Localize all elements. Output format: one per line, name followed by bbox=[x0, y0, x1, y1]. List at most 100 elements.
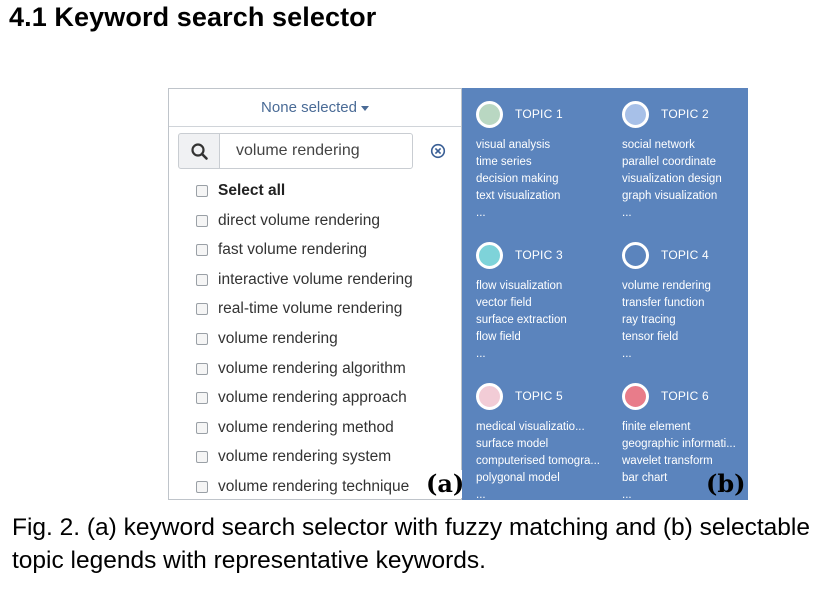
checkbox[interactable] bbox=[196, 481, 208, 493]
keyword: surface model bbox=[476, 438, 549, 450]
keyword: computerised tomogra... bbox=[476, 455, 601, 467]
keyword: geographic informati... bbox=[622, 438, 736, 450]
keyword: visual analysis bbox=[476, 139, 551, 151]
topic-color-circle-icon[interactable] bbox=[622, 100, 649, 128]
keyword: tensor field bbox=[622, 331, 679, 343]
topic-name: TOPIC 3 bbox=[515, 248, 563, 262]
checkbox[interactable] bbox=[196, 244, 208, 257]
search-addon bbox=[178, 133, 220, 169]
keyword: finite element bbox=[622, 421, 691, 433]
topic-name: TOPIC 1 bbox=[515, 107, 563, 121]
list-item[interactable]: volume rendering approach bbox=[196, 384, 407, 412]
keyword: ray tracing bbox=[622, 314, 676, 326]
checkbox[interactable] bbox=[196, 303, 208, 316]
topic-header: TOPIC 4 bbox=[622, 237, 748, 273]
caret-down-icon bbox=[360, 106, 369, 111]
keyword-ellipsis: ... bbox=[476, 348, 486, 360]
topic-legend-5[interactable]: TOPIC 5 medical visualizatio... surface … bbox=[476, 378, 614, 500]
clear-search-icon[interactable] bbox=[430, 143, 446, 159]
topic-name: TOPIC 6 bbox=[661, 389, 709, 403]
option-label: volume rendering system bbox=[218, 448, 392, 466]
topic-legend-2[interactable]: TOPIC 2 social network parallel coordina… bbox=[622, 96, 748, 222]
option-label: real-time volume rendering bbox=[218, 300, 403, 318]
keyword: vector field bbox=[476, 297, 532, 309]
panel-b-label: (b) bbox=[706, 469, 746, 498]
select-all-option[interactable]: Select all bbox=[196, 177, 285, 205]
search-input[interactable]: volume rendering bbox=[219, 133, 413, 169]
checkbox[interactable] bbox=[196, 451, 208, 464]
keyword: wavelet transform bbox=[622, 455, 713, 467]
topic-header: TOPIC 2 bbox=[622, 96, 748, 132]
keyword: volume rendering bbox=[622, 280, 711, 292]
topic-color-circle-icon[interactable] bbox=[476, 382, 503, 410]
keyword: text visualization bbox=[476, 190, 561, 202]
option-label: volume rendering method bbox=[218, 418, 394, 436]
topic-color-circle-icon[interactable] bbox=[622, 241, 649, 269]
topic-name: TOPIC 5 bbox=[515, 389, 563, 403]
list-item[interactable]: real-time volume rendering bbox=[196, 295, 402, 323]
option-label: interactive volume rendering bbox=[218, 270, 413, 288]
topic-legend-3[interactable]: TOPIC 3 flow visualization vector field … bbox=[476, 237, 614, 363]
topic-header: TOPIC 3 bbox=[476, 237, 614, 273]
topic-header: TOPIC 1 bbox=[476, 96, 614, 132]
keyword: social network bbox=[622, 139, 695, 151]
list-item[interactable]: direct volume rendering bbox=[196, 207, 380, 235]
list-item[interactable]: interactive volume rendering bbox=[196, 266, 413, 294]
list-item[interactable]: fast volume rendering bbox=[196, 236, 367, 264]
keyword: flow visualization bbox=[476, 280, 563, 292]
list-item[interactable]: volume rendering algorithm bbox=[196, 355, 406, 383]
topic-name: TOPIC 4 bbox=[661, 248, 709, 262]
topic-color-circle-icon[interactable] bbox=[476, 100, 503, 128]
section-title: 4.1 Keyword search selector bbox=[9, 2, 377, 32]
multiselect-dropdown-button[interactable]: None selected bbox=[169, 89, 461, 127]
keyword-list: flow visualization vector field surface … bbox=[476, 278, 614, 363]
checkbox[interactable] bbox=[196, 185, 208, 197]
list-item[interactable]: volume rendering method bbox=[196, 414, 394, 442]
topic-color-circle-icon[interactable] bbox=[622, 382, 649, 410]
option-label: direct volume rendering bbox=[218, 211, 380, 229]
topic-legend-4[interactable]: TOPIC 4 volume rendering transfer functi… bbox=[622, 237, 748, 363]
option-label: volume rendering technique bbox=[218, 478, 410, 495]
keyword-list: volume rendering transfer function ray t… bbox=[622, 278, 748, 363]
keyword-list: medical visualizatio... surface model co… bbox=[476, 419, 614, 500]
keyword-ellipsis: ... bbox=[476, 489, 486, 500]
keyword-ellipsis: ... bbox=[622, 207, 632, 219]
figure-caption: Fig. 2. (a) keyword search selector with… bbox=[12, 514, 810, 574]
search-row: volume rendering bbox=[178, 133, 452, 171]
keyword-ellipsis: ... bbox=[622, 348, 632, 360]
option-label: volume rendering bbox=[218, 330, 338, 347]
option-label: volume rendering approach bbox=[218, 389, 407, 407]
search-icon bbox=[191, 143, 208, 160]
keyword: parallel coordinate bbox=[622, 156, 716, 168]
list-item[interactable]: volume rendering technique bbox=[196, 473, 410, 499]
topic-name: TOPIC 2 bbox=[661, 107, 709, 121]
option-label: volume rendering algorithm bbox=[218, 359, 406, 377]
checkbox[interactable] bbox=[196, 362, 208, 375]
keyword: decision making bbox=[476, 173, 559, 185]
topic-legend-1[interactable]: TOPIC 1 visual analysis time series deci… bbox=[476, 96, 614, 222]
checkbox[interactable] bbox=[196, 421, 208, 434]
panel-a-label: (a) bbox=[424, 469, 467, 498]
topic-header: TOPIC 5 bbox=[476, 378, 614, 414]
keyword-list: visual analysis time series decision mak… bbox=[476, 137, 614, 222]
checkbox[interactable] bbox=[196, 392, 208, 405]
list-item[interactable]: volume rendering bbox=[196, 325, 338, 353]
checkbox[interactable] bbox=[196, 273, 208, 286]
keyword-ellipsis: ... bbox=[476, 207, 486, 219]
topic-color-circle-icon[interactable] bbox=[476, 241, 503, 269]
list-item[interactable]: volume rendering system bbox=[196, 443, 391, 471]
keyword-search-selector: None selected volume rendering Select al… bbox=[168, 88, 462, 500]
checkbox[interactable] bbox=[196, 333, 208, 345]
topic-legend-panel: TOPIC 1 visual analysis time series deci… bbox=[462, 88, 748, 500]
topic-header: TOPIC 6 bbox=[622, 378, 748, 414]
keyword: time series bbox=[476, 156, 532, 168]
keyword: medical visualizatio... bbox=[476, 421, 585, 433]
keyword: transfer function bbox=[622, 297, 705, 309]
keyword-list: social network parallel coordinate visua… bbox=[622, 137, 748, 222]
option-label: Select all bbox=[218, 182, 286, 199]
keyword: flow field bbox=[476, 331, 521, 343]
keyword: polygonal model bbox=[476, 472, 560, 484]
checkbox[interactable] bbox=[196, 214, 208, 227]
dropdown-button-label: None selected bbox=[261, 99, 357, 116]
keyword: visualization design bbox=[622, 173, 722, 185]
